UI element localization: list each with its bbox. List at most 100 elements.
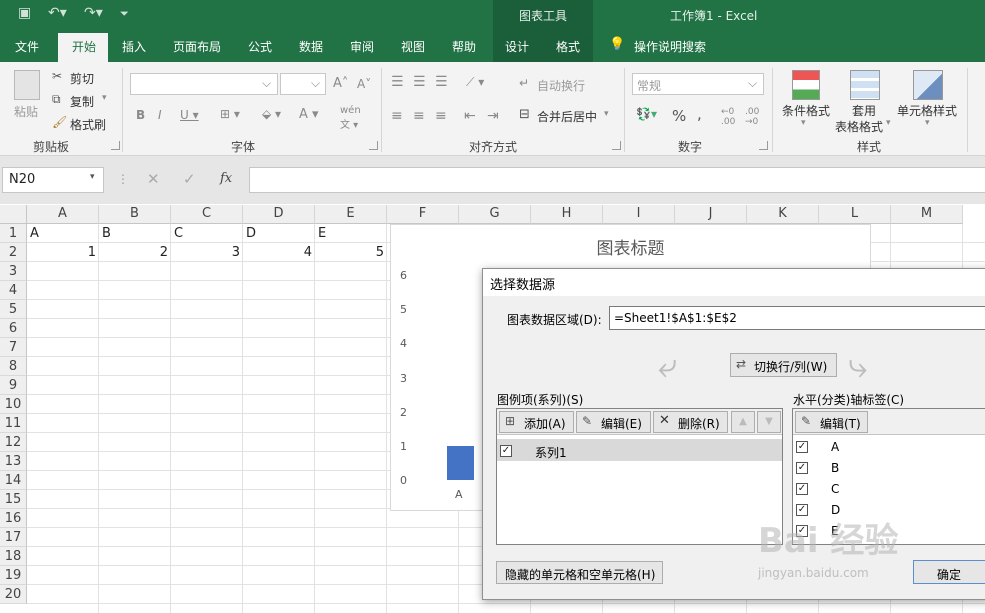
font-name-box[interactable] [130,73,278,95]
orientation-icon[interactable]: ⟋ ▾ [466,75,484,90]
cell-c2[interactable]: 3 [170,245,240,260]
column-header-h[interactable]: H [531,205,603,224]
row-header-17[interactable]: 17 [0,528,27,547]
row-header-15[interactable]: 15 [0,490,27,509]
font-name-dropdown-icon[interactable]: ⌵ [262,76,271,91]
select-all-corner[interactable] [0,205,27,224]
wrap-text-button[interactable]: 自动换行 [537,77,585,94]
font-size-dropdown-icon[interactable]: ⌵ [311,76,320,91]
top-align-icon[interactable]: ☰ [391,74,404,90]
tab-data[interactable]: 数据 [299,38,323,55]
column-header-b[interactable]: B [99,205,171,224]
increase-indent-icon[interactable]: ⇥ [487,108,499,124]
cell-b2[interactable]: 2 [98,245,168,260]
column-header-d[interactable]: D [243,205,315,224]
series-checkbox[interactable]: ✓ [500,445,512,457]
cell-e2[interactable]: 5 [314,245,384,260]
merge-dropdown-icon[interactable]: ▾ [604,109,609,119]
format-painter-button[interactable]: 格式刷 [70,116,106,133]
row-header-5[interactable]: 5 [0,300,27,319]
axis-item-checkbox[interactable]: ✓ [796,462,808,474]
tab-page-layout[interactable]: 页面布局 [173,38,221,55]
cell-styles-dropdown-icon[interactable]: ▾ [925,118,930,128]
copy-button[interactable]: 复制 [70,93,94,110]
chart-title[interactable]: 图表标题 [390,234,871,259]
column-header-c[interactable]: C [171,205,243,224]
italic-icon[interactable]: I [158,108,162,122]
axis-item-checkbox[interactable]: ✓ [796,483,808,495]
column-header-i[interactable]: I [603,205,675,224]
customize-qat-icon[interactable]: ⏷ [120,7,129,21]
cell-a1[interactable]: A [30,226,39,241]
cut-button[interactable]: 剪切 [70,70,94,87]
cell-styles-button[interactable]: 单元格样式 [897,102,957,119]
row-header-2[interactable]: 2 [0,243,27,262]
row-header-1[interactable]: 1 [0,224,27,243]
row-header-8[interactable]: 8 [0,357,27,376]
conditional-format-button[interactable]: 条件格式 [782,102,830,119]
tab-review[interactable]: 审阅 [350,38,374,55]
format-as-table-dropdown-icon[interactable]: ▾ [886,118,891,128]
column-header-k[interactable]: K [747,205,819,224]
redo-icon[interactable]: ↷▾ [84,5,103,21]
enter-icon[interactable]: ✓ [183,170,196,188]
decrease-indent-icon[interactable]: ⇤ [464,108,476,124]
row-header-14[interactable]: 14 [0,471,27,490]
cell-d2[interactable]: 4 [242,245,312,260]
row-header-13[interactable]: 13 [0,452,27,471]
column-header-m[interactable]: M [891,205,963,224]
decrease-font-icon[interactable]: A˅ [357,77,371,91]
tab-format[interactable]: 格式 [556,38,580,55]
cell-c1[interactable]: C [174,226,183,241]
format-as-table-label-b[interactable]: 表格格式 [835,118,883,135]
increase-decimal-icon[interactable]: ←0.00 [721,107,735,127]
axis-item-checkbox[interactable]: ✓ [796,441,808,453]
save-icon[interactable]: ▣ [18,5,31,21]
row-header-19[interactable]: 19 [0,566,27,585]
align-right-icon[interactable]: ≡ [435,108,447,124]
decrease-decimal-icon[interactable]: .00 →0 [745,107,759,127]
cell-e1[interactable]: E [318,226,326,241]
merge-center-button[interactable]: 合并后居中 [537,108,597,125]
phonetic-icon[interactable]: wén 文 ▾ [340,105,361,131]
font-color-icon[interactable]: A ▾ [299,107,319,122]
column-header-f[interactable]: F [387,205,459,224]
cell-d1[interactable]: D [246,226,256,241]
paste-button[interactable]: 粘贴 [14,103,38,120]
number-launcher-icon[interactable] [759,141,768,150]
tab-home[interactable]: 开始 [72,38,96,55]
copy-dropdown-icon[interactable]: ▾ [102,93,107,103]
tab-file[interactable]: 文件 [15,38,39,55]
middle-align-icon[interactable]: ☰ [413,74,426,90]
tab-insert[interactable]: 插入 [122,38,146,55]
insert-function-icon[interactable]: fx [220,171,232,186]
move-up-icon[interactable]: ▲ [731,411,755,433]
column-header-e[interactable]: E [315,205,387,224]
underline-icon[interactable]: U ▾ [180,108,199,122]
row-header-4[interactable]: 4 [0,281,27,300]
bottom-align-icon[interactable]: ☰ [435,74,448,90]
cell-b1[interactable]: B [102,226,111,241]
cell-a2[interactable]: 1 [26,245,96,260]
row-header-20[interactable]: 20 [0,585,27,604]
row-header-7[interactable]: 7 [0,338,27,357]
undo-icon[interactable]: ↶▾ [48,5,67,21]
align-center-icon[interactable]: ≡ [413,108,425,124]
tell-me-search[interactable]: 操作说明搜索 [634,38,706,55]
row-header-10[interactable]: 10 [0,395,27,414]
number-format-dropdown-icon[interactable]: ⌵ [748,76,757,91]
row-header-12[interactable]: 12 [0,433,27,452]
bold-icon[interactable]: B [136,108,145,122]
row-header-6[interactable]: 6 [0,319,27,338]
tab-view[interactable]: 视图 [401,38,425,55]
conditional-format-dropdown-icon[interactable]: ▾ [801,118,806,128]
cancel-icon[interactable]: ✕ [147,170,160,188]
row-header-3[interactable]: 3 [0,262,27,281]
align-left-icon[interactable]: ≡ [391,108,403,124]
row-header-9[interactable]: 9 [0,376,27,395]
row-header-11[interactable]: 11 [0,414,27,433]
bar-a[interactable] [447,445,474,480]
currency-icon[interactable]: 💱▾ [636,107,657,121]
column-header-a[interactable]: A [27,205,99,224]
row-header-16[interactable]: 16 [0,509,27,528]
